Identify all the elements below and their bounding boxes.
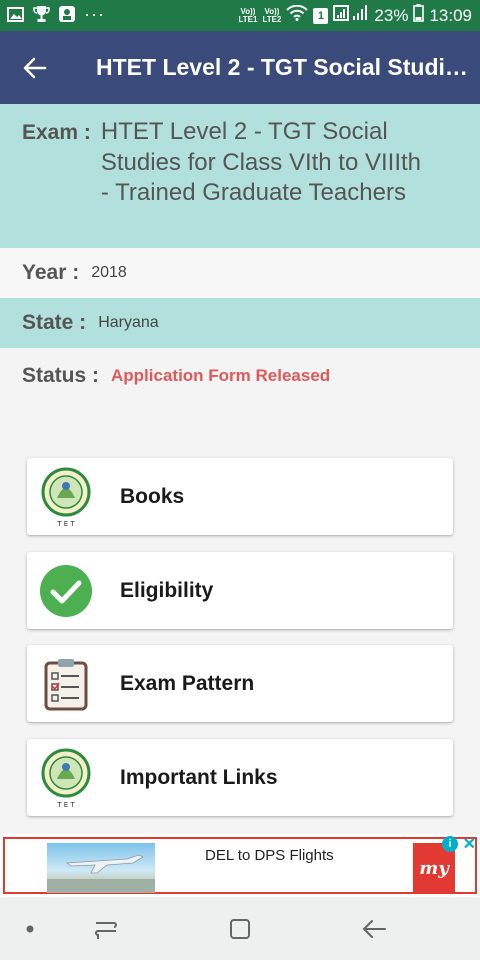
year-value: 2018 [91, 264, 127, 281]
page-title: HTET Level 2 - TGT Social Studies for Cl… [96, 54, 476, 80]
exam-value: HTET Level 2 - TGT Social Studies for Cl… [100, 118, 422, 206]
clock: 13:09 [429, 5, 472, 25]
sim-badge: 1 [313, 7, 329, 24]
menu-item-label: Exam Pattern [120, 671, 255, 695]
ad-frame: DEL to DPS Flights my [3, 837, 477, 894]
signal-icon [333, 4, 369, 27]
state-value: Haryana [98, 314, 159, 331]
svg-text:T E T: T E T [56, 801, 75, 809]
wifi-icon [286, 4, 309, 26]
navigation-bar [0, 897, 480, 960]
gallery-icon [6, 5, 24, 23]
lte2-label: LTE2 [262, 14, 282, 24]
menu-item-label: Eligibility [120, 578, 214, 602]
status-bar: ··· Vo)) LTE1 Vo)) LTE2 1 23% 13:09 [0, 0, 480, 31]
menu-item-important-links[interactable]: T E T Important Links [27, 739, 453, 816]
exam-row: Exam : HTET Level 2 - TGT Social Studies… [0, 104, 480, 248]
status-row: Status : Application Form Released [0, 348, 480, 404]
clipboard-icon [39, 657, 93, 711]
home-icon[interactable] [224, 913, 256, 945]
recents-icon[interactable] [90, 913, 122, 945]
airplane-image [47, 843, 155, 893]
exam-label: Exam : [22, 121, 91, 144]
back-button[interactable] [0, 31, 70, 104]
tet-logo-icon: T E T [39, 748, 93, 809]
lte1-label: LTE1 [238, 14, 258, 24]
ad-banner[interactable]: DEL to DPS Flights my i ✕ [0, 834, 480, 897]
svg-text:T E T: T E T [56, 520, 75, 528]
state-row: State : Haryana [0, 298, 480, 348]
state-label: State : [22, 311, 87, 334]
tet-logo-icon: T E T [39, 467, 93, 528]
ad-text: DEL to DPS Flights [205, 847, 334, 864]
menu-item-label: Important Links [120, 765, 278, 789]
trophy-icon [32, 5, 50, 23]
more-dots-icon: ··· [84, 4, 105, 24]
dot-icon[interactable] [14, 913, 46, 945]
menu-item-exam-pattern[interactable]: Exam Pattern [27, 645, 453, 722]
notification-icons: ··· [6, 5, 105, 23]
back-icon[interactable] [358, 913, 390, 945]
menu-item-eligibility[interactable]: Eligibility [27, 552, 453, 629]
battery-icon [413, 4, 425, 27]
menu-item-label: Books [120, 484, 185, 508]
info-icon[interactable]: i [442, 836, 458, 852]
year-label: Year : [22, 261, 80, 284]
emblem-icon [58, 5, 76, 23]
arrow-left-icon [23, 57, 47, 78]
year-row: Year : 2018 [0, 248, 480, 298]
status-label: Status : [22, 364, 100, 387]
status-value: Application Form Released [111, 366, 331, 385]
check-circle-icon [39, 564, 93, 618]
app-bar: HTET Level 2 - TGT Social Studies for Cl… [0, 31, 480, 104]
system-indicators: Vo)) LTE1 Vo)) LTE2 1 23% 13:09 [238, 4, 472, 27]
battery-percent: 23% [374, 5, 409, 25]
close-icon[interactable]: ✕ [463, 834, 476, 854]
menu-item-books[interactable]: T E T Books [27, 458, 453, 535]
